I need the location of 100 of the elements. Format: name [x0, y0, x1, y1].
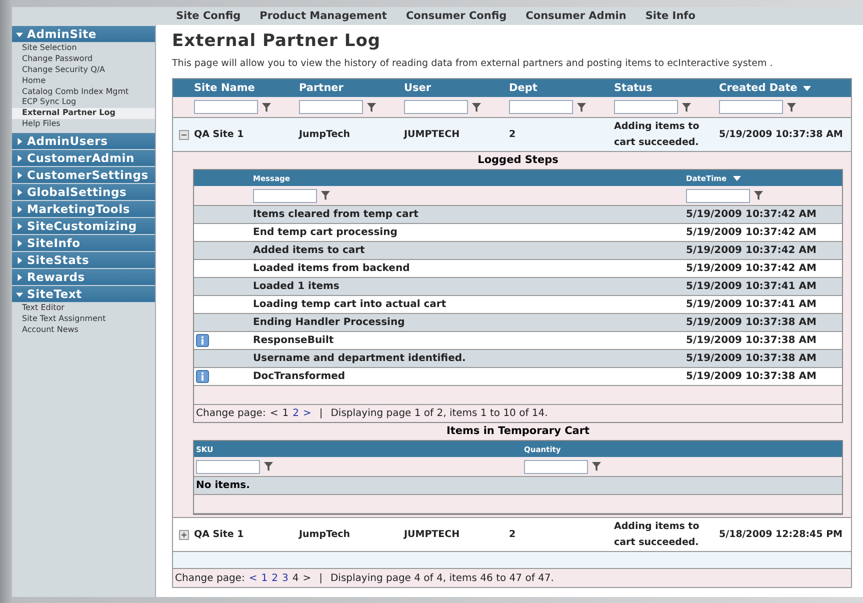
filter-field[interactable] — [509, 100, 573, 114]
filter-icon[interactable] — [472, 102, 481, 112]
nav-link[interactable]: Consumer Admin — [518, 10, 634, 22]
page-link[interactable]: 1 — [261, 572, 268, 584]
page-link[interactable]: < — [248, 572, 258, 584]
sidebar-group[interactable]: CustomerSettings — [12, 167, 155, 184]
page-link[interactable]: 2 — [292, 408, 299, 419]
caret-icon — [16, 206, 23, 213]
sidebar-item[interactable]: Help Files — [12, 119, 155, 130]
pager-summary: Displaying page 1 of 2, items 1 to 10 of 14. — [330, 408, 548, 419]
sidebar-item[interactable]: Site Selection — [12, 43, 155, 54]
table-cell-text: 5/19/2009 10:37:42 AM — [686, 227, 818, 238]
sidebar-group[interactable]: SiteStats — [12, 252, 155, 270]
filter-icon[interactable] — [787, 102, 796, 112]
nav-link[interactable]: Consumer Config — [398, 10, 515, 22]
sidebar-item[interactable]: ECP Sync Log — [12, 97, 155, 108]
table-cell-text: 5/19/2009 10:37:41 AM — [686, 299, 818, 310]
sidebar-group[interactable]: AdminUsers — [12, 133, 155, 150]
table-cell-text: JumpTech — [299, 128, 352, 142]
filter-field[interactable] — [299, 100, 363, 114]
page-link[interactable]: 2 — [272, 572, 278, 584]
page-description: This page will allow you to view the history of reading data from external partners and posting items to ecInteractive system . — [172, 58, 774, 69]
sidebar-item[interactable]: External Partner Log — [12, 108, 155, 120]
caret-icon — [16, 240, 23, 247]
sidebar-group[interactable]: Rewards — [12, 269, 155, 286]
sidebar-group[interactable]: SiteInfo — [12, 235, 155, 252]
sidebar-item[interactable]: Change Security Q/A — [12, 64, 155, 76]
table-cell-text: 2 — [509, 528, 517, 542]
expand-toggle[interactable] — [178, 130, 188, 140]
sidebar-group[interactable]: MarketingTools — [12, 201, 155, 218]
column-header[interactable]: Partner — [299, 82, 404, 94]
nav-link[interactable]: Site Info — [638, 10, 704, 22]
sidebar-group[interactable]: GlobalSettings — [12, 184, 155, 202]
nav-link[interactable]: Product Management — [252, 10, 395, 22]
table-cell-text: 5/19/2009 10:37:38 AM — [719, 128, 844, 142]
table-cell-text: QA Site 1 — [194, 128, 245, 142]
filter-field[interactable] — [719, 100, 783, 114]
table-cell-text: Items cleared from temp cart — [253, 209, 420, 220]
table-cell-text: 5/19/2009 10:37:38 AM — [686, 353, 818, 364]
filter-icon[interactable] — [321, 191, 330, 200]
table-cell-text: DocTransformed — [253, 371, 346, 382]
column-header[interactable]: User — [404, 82, 509, 94]
table-cell-text: 5/19/2009 10:37:42 AM — [686, 209, 818, 220]
filter-icon[interactable] — [367, 102, 376, 112]
sidebar-item[interactable]: Text Editor — [12, 303, 155, 314]
table-cell-text: 5/19/2009 10:37:41 AM — [686, 281, 818, 292]
column-header[interactable]: Status — [614, 82, 719, 94]
filter-field[interactable] — [524, 460, 588, 474]
sidebar-group[interactable]: SiteText — [12, 286, 155, 304]
table-cell-text: JumpTech — [299, 528, 352, 542]
caret-icon — [16, 154, 23, 162]
table-cell-text: Username and department identified. — [253, 353, 467, 364]
filter-icon[interactable] — [264, 462, 273, 471]
filter-field[interactable] — [686, 188, 750, 202]
sidebar-item[interactable]: Catalog Comb Index Mgmt — [12, 86, 155, 98]
filter-icon[interactable] — [577, 102, 586, 112]
filter-icon[interactable] — [754, 191, 763, 200]
pager-label: Change page: — [196, 408, 266, 419]
filter-field[interactable] — [194, 100, 258, 114]
sidebar-item[interactable]: Home — [12, 76, 155, 87]
filter-icon[interactable] — [682, 102, 691, 112]
filter-field[interactable] — [404, 100, 468, 114]
nav-link[interactable]: Site Config — [169, 10, 249, 22]
sidebar-item[interactable]: Site Text Assignment — [12, 314, 155, 325]
filter-field[interactable] — [614, 100, 678, 114]
table-cell-text: QA Site 1 — [194, 528, 245, 542]
pager-label: Change page: — [175, 572, 245, 584]
pager-separator: | — [319, 572, 322, 584]
table-cell-text: End temp cart processing — [253, 227, 398, 238]
caret-icon — [16, 172, 23, 179]
filter-field[interactable] — [253, 188, 317, 202]
sort-icon[interactable] — [803, 86, 812, 90]
sidebar-group[interactable]: SiteCustomizing — [12, 218, 155, 236]
sidebar-item[interactable]: Account News — [12, 324, 155, 336]
table-cell-text: Loading temp cart into actual cart — [253, 299, 448, 310]
table-cell-text: JUMPTECH — [404, 128, 461, 142]
caret-icon — [16, 222, 23, 230]
column-header[interactable]: Site Name — [194, 82, 299, 94]
expand-toggle[interactable] — [178, 530, 188, 540]
page-title: External Partner Log — [172, 31, 382, 51]
caret-icon — [16, 188, 23, 196]
filter-icon[interactable] — [592, 462, 601, 471]
page-link[interactable]: 3 — [282, 572, 288, 584]
page-link[interactable]: > — [302, 408, 312, 419]
pager-separator: | — [319, 408, 323, 419]
table-cell-text: ResponseBuilt — [253, 335, 335, 346]
table-cell-text: 2 — [509, 128, 517, 142]
filter-icon[interactable] — [262, 102, 271, 112]
table-cell-text: Loaded items from backend — [253, 263, 411, 274]
empty-message: No items. — [196, 480, 250, 491]
sort-icon[interactable] — [732, 176, 741, 180]
table-cell-text: Adding items to cart succeeded. — [614, 520, 700, 550]
column-header[interactable]: Dept — [509, 82, 614, 94]
sidebar-group[interactable]: AdminSite — [12, 26, 155, 43]
sidebar-item[interactable]: Change Password — [12, 54, 155, 65]
caret-icon — [16, 290, 23, 298]
table-cell-text: 5/19/2009 10:37:38 AM — [686, 317, 818, 328]
sidebar-group[interactable]: CustomerAdmin — [12, 150, 155, 168]
column-header[interactable]: Created Date — [719, 82, 849, 94]
filter-field[interactable] — [196, 460, 260, 474]
